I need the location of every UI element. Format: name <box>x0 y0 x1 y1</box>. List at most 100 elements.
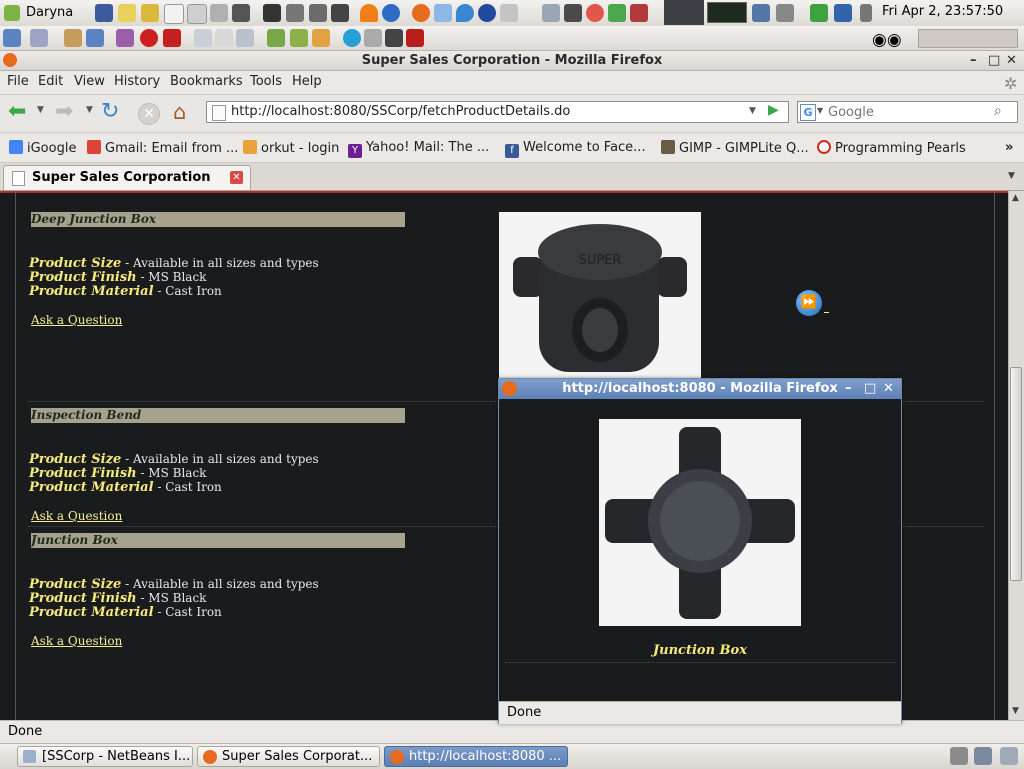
close-button[interactable]: ✕ <box>1006 51 1017 70</box>
camera-icon[interactable] <box>232 4 250 22</box>
monitor-icon[interactable] <box>267 29 285 47</box>
clock[interactable]: Fri Apr 2, 23:57:50 <box>882 4 1003 19</box>
app-launcher-icon[interactable] <box>95 4 113 22</box>
cube-icon[interactable] <box>3 29 21 47</box>
cube-alt-icon[interactable] <box>86 29 104 47</box>
browser-icon[interactable] <box>382 4 400 22</box>
volume-icon[interactable] <box>776 4 794 22</box>
url-dropdown-icon[interactable]: ▼ <box>749 106 756 116</box>
menu-history[interactable]: History <box>114 74 160 89</box>
popup-minimize-button[interactable]: – <box>845 379 852 399</box>
bookmark-orkut[interactable]: orkut - login <box>243 140 339 156</box>
vlc-icon[interactable] <box>360 4 378 22</box>
scrollbar-thumb[interactable] <box>1010 367 1022 581</box>
menu-help[interactable]: Help <box>292 74 322 89</box>
photo-icon[interactable] <box>608 4 626 22</box>
globe-people-icon[interactable] <box>215 29 233 47</box>
network-status-icon[interactable] <box>752 4 770 22</box>
scroll-down-arrow-icon[interactable]: ▼ <box>1012 706 1019 716</box>
close-tab-icon[interactable]: ✕ <box>230 171 243 184</box>
drop-icon[interactable] <box>456 4 474 22</box>
popup-titlebar[interactable]: http://localhost:8080 - Mozilla Firefox … <box>499 379 901 399</box>
stop-icon[interactable]: ✕ <box>138 103 160 125</box>
ask-question-link[interactable]: Ask a Question <box>31 313 122 327</box>
fast-forward-icon[interactable]: ⏩ <box>796 290 822 316</box>
editor-icon[interactable] <box>141 4 159 22</box>
firefox-icon[interactable] <box>412 4 430 22</box>
workspace-pager[interactable] <box>918 29 1018 48</box>
settings-icon[interactable] <box>364 29 382 47</box>
tray-network-icon[interactable] <box>974 747 992 765</box>
opera-icon[interactable] <box>140 29 158 47</box>
back-dropdown-icon[interactable]: ▼ <box>37 105 44 115</box>
minimize-button[interactable]: – <box>970 51 977 70</box>
back-arrow-icon[interactable]: ⬅ <box>8 101 26 123</box>
taskbar-item-popup[interactable]: http://localhost:8080 ... <box>384 746 568 767</box>
pidgin-icon[interactable] <box>30 29 48 47</box>
wolf-icon[interactable] <box>385 29 403 47</box>
search-icon[interactable]: ⌕ <box>994 103 1002 119</box>
search-bar[interactable]: G ▼ ⌕ <box>797 101 1018 123</box>
ghost-icon[interactable] <box>116 29 134 47</box>
bookmark-gmail[interactable]: Gmail: Email from ... <box>87 140 238 156</box>
product-image[interactable]: SUPER <box>499 212 701 380</box>
bookmark-gimp[interactable]: GIMP - GIMPLite Q... <box>661 140 809 156</box>
bookmarks-overflow-icon[interactable]: » <box>1005 140 1013 155</box>
show-desktop-icon[interactable] <box>1000 747 1018 765</box>
calculator-icon[interactable] <box>210 4 228 22</box>
menu-view[interactable]: View <box>74 74 105 89</box>
menu-bookmarks[interactable]: Bookmarks <box>170 74 243 89</box>
terminal-icon[interactable] <box>263 4 281 22</box>
menu-tools[interactable]: Tools <box>250 74 282 89</box>
system-monitor-icon[interactable] <box>286 4 304 22</box>
menu-file[interactable]: File <box>7 74 29 89</box>
search-files-icon[interactable] <box>542 4 560 22</box>
pdf-icon[interactable] <box>163 29 181 47</box>
go-button[interactable]: ▶ <box>768 102 779 118</box>
scroll-up-arrow-icon[interactable]: ▲ <box>1012 193 1019 203</box>
tab-super-sales[interactable]: Super Sales Corporation ✕ <box>3 165 251 190</box>
skype-icon[interactable] <box>343 29 361 47</box>
maximize-button[interactable]: □ <box>988 51 1000 70</box>
network-tools-icon[interactable] <box>309 4 327 22</box>
tab-list-dropdown-icon[interactable]: ▼ <box>1008 171 1015 181</box>
forward-dropdown-icon[interactable]: ▼ <box>86 105 93 115</box>
folder-search-icon[interactable] <box>312 29 330 47</box>
ask-question-link[interactable]: Ask a Question <box>31 634 122 648</box>
popup-close-button[interactable]: ✕ <box>883 379 894 399</box>
ask-question-link[interactable]: Ask a Question <box>31 509 122 523</box>
forward-arrow-icon[interactable]: ➡ <box>55 101 73 123</box>
people-icon[interactable] <box>194 29 212 47</box>
popup-maximize-button[interactable]: □ <box>864 379 876 399</box>
color-icon[interactable] <box>586 4 604 22</box>
chat-icon[interactable] <box>434 4 452 22</box>
search-engine-icon[interactable]: G <box>800 104 816 121</box>
taskbar-item-netbeans[interactable]: [SSCorp - NetBeans I... <box>17 746 193 767</box>
bookmark-igoogle[interactable]: iGoogle <box>9 140 76 156</box>
bookmark-facebook[interactable]: f Welcome to Face... <box>505 140 646 158</box>
package-icon[interactable] <box>500 4 518 22</box>
notebook-icon[interactable] <box>834 4 852 22</box>
search-input[interactable] <box>828 103 988 121</box>
bookmark-programming-pearls[interactable]: Programming Pearls <box>817 140 966 156</box>
link-underline[interactable] <box>824 312 829 313</box>
spreadsheet-icon[interactable] <box>187 4 207 24</box>
home-icon[interactable]: ⌂ <box>173 100 186 124</box>
contacts-icon[interactable] <box>236 29 254 47</box>
url-bar[interactable]: http://localhost:8080/SSCorp/fetchProduc… <box>206 101 789 123</box>
display-icon[interactable] <box>331 4 349 22</box>
reader-icon[interactable] <box>630 4 648 22</box>
window-titlebar[interactable]: Super Sales Corporation - Mozilla Firefo… <box>0 51 1024 71</box>
filezilla-icon[interactable] <box>406 29 424 47</box>
runner-icon[interactable] <box>810 4 828 22</box>
search-engine-dropdown-icon[interactable]: ▼ <box>817 106 823 115</box>
globe-icon[interactable] <box>478 4 496 22</box>
document-icon[interactable] <box>164 4 184 24</box>
reload-icon[interactable]: ↻ <box>101 101 119 123</box>
folder-icon[interactable] <box>290 29 308 47</box>
tray-app-icon[interactable] <box>950 747 968 765</box>
main-menu-button[interactable]: Daryna <box>4 3 73 22</box>
url-text[interactable]: http://localhost:8080/SSCorp/fetchProduc… <box>231 104 570 119</box>
bookmark-yahoo-mail[interactable]: Y Yahoo! Mail: The ... <box>348 140 489 158</box>
workspace-switcher[interactable] <box>664 0 704 25</box>
